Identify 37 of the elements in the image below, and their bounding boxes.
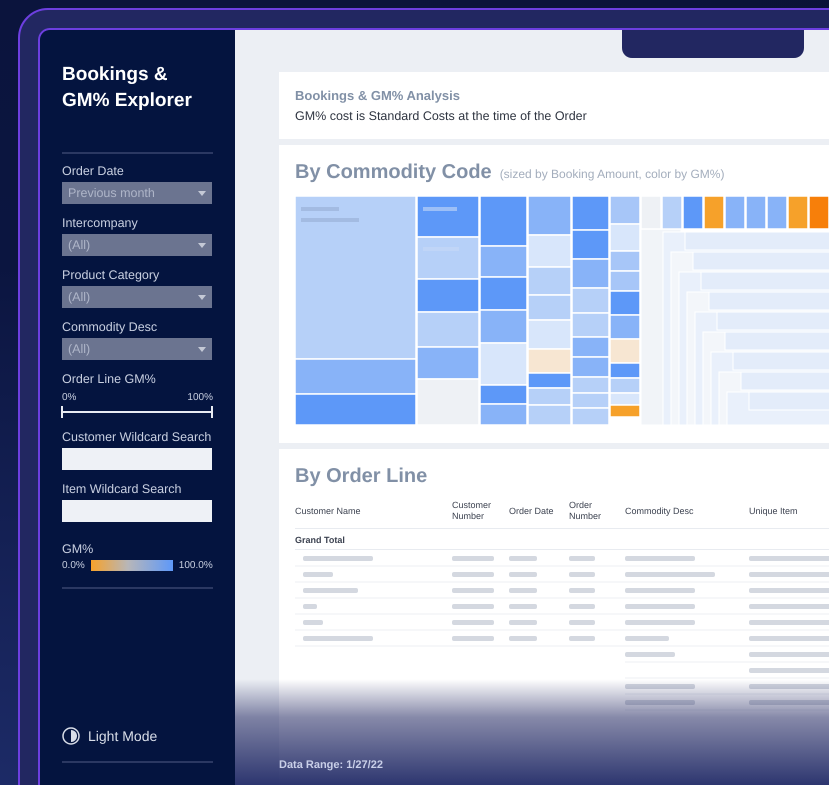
slider-handle[interactable] bbox=[211, 406, 213, 418]
filter-label: Intercompany bbox=[62, 216, 139, 230]
contrast-icon bbox=[62, 727, 80, 745]
section-subtitle: (sized by Booking Amount, color by GM%) bbox=[500, 167, 724, 181]
section-title: By Order Line bbox=[295, 465, 428, 488]
search-field[interactable] bbox=[62, 448, 212, 470]
legend-min-label: 0.0% bbox=[62, 560, 85, 571]
column-header[interactable]: Customer Name bbox=[295, 506, 452, 516]
range-slider[interactable] bbox=[62, 406, 212, 418]
filter-label: Commodity Desc bbox=[62, 320, 158, 334]
column-header[interactable]: Order Date bbox=[509, 506, 569, 516]
analysis-note: GM% cost is Standard Costs at the time of the Order bbox=[295, 109, 588, 123]
column-header[interactable]: Unique Item bbox=[749, 506, 829, 516]
dashboard-title: Bookings & GM% Explorer bbox=[62, 63, 193, 113]
caret-icon bbox=[198, 294, 206, 300]
range-min-label: 0% bbox=[62, 392, 76, 403]
filter-label: GM% bbox=[62, 542, 94, 556]
column-header[interactable]: Commodity Desc bbox=[625, 506, 749, 516]
filter-label: Product Category bbox=[62, 268, 160, 282]
slider-handle[interactable] bbox=[61, 406, 63, 418]
legend-max-label: 100.0% bbox=[178, 560, 213, 571]
range-max-label: 100% bbox=[187, 392, 213, 403]
filter-label: Item Wildcard Search bbox=[62, 482, 182, 496]
caret-icon bbox=[198, 190, 206, 196]
data-range-label: Data Range: 1/27/22 bbox=[279, 759, 383, 771]
filter-label: Customer Wildcard Search bbox=[62, 430, 212, 444]
filter-label: Order Date bbox=[62, 164, 125, 178]
caret-icon bbox=[198, 346, 206, 352]
section-title: By Commodity Code bbox=[295, 161, 492, 184]
grand-total-label: Grand Total bbox=[295, 529, 829, 550]
analysis-title: Bookings & GM% Analysis bbox=[295, 88, 461, 103]
caret-icon bbox=[198, 242, 206, 248]
light-mode-toggle[interactable]: Light Mode bbox=[62, 727, 213, 745]
column-header[interactable]: Customer Number bbox=[452, 500, 509, 522]
filter-label: Order Line GM% bbox=[62, 372, 157, 386]
column-header[interactable]: Order Number bbox=[569, 500, 625, 522]
search-field[interactable] bbox=[62, 500, 212, 522]
